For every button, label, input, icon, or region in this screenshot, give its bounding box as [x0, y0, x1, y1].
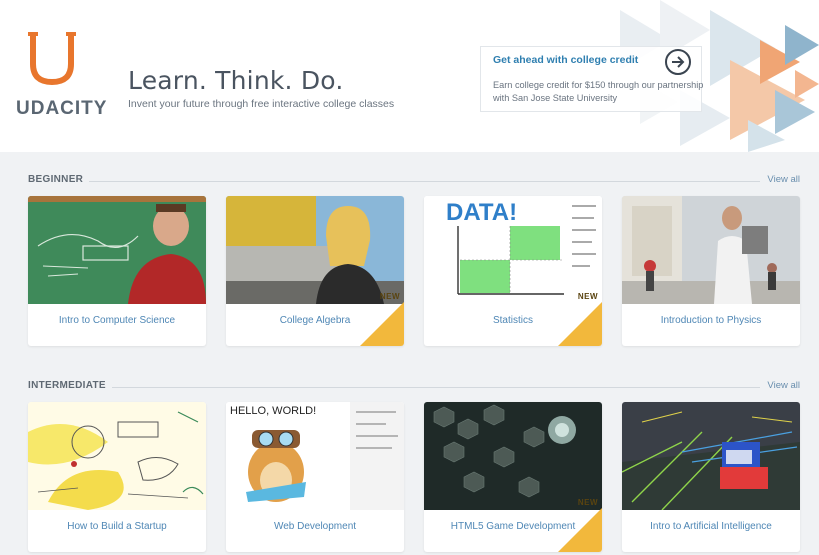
course-title[interactable]: College Algebra — [226, 315, 404, 326]
course-card[interactable]: How to Build a Startup — [28, 402, 206, 552]
course-thumbnail — [28, 402, 206, 510]
course-card[interactable]: NEW HTML5 Game Development — [424, 402, 602, 552]
thumb-data-word: DATA! — [446, 199, 517, 226]
arrow-right-circle-icon[interactable] — [665, 49, 691, 75]
hero-subline: Invent your future through free interact… — [128, 98, 395, 110]
course-thumbnail — [622, 196, 800, 304]
course-thumbnail — [226, 196, 404, 304]
course-thumbnail — [28, 196, 206, 304]
view-all-link[interactable]: View all — [761, 174, 800, 185]
course-card[interactable]: Introduction to Physics — [622, 196, 800, 346]
course-card[interactable]: Intro to Artificial Intelligence — [622, 402, 800, 552]
course-thumbnail: DATA! — [424, 196, 602, 304]
section-label: BEGINNER — [28, 174, 90, 185]
course-title[interactable]: How to Build a Startup — [28, 521, 206, 532]
new-badge-label: NEW — [577, 498, 598, 507]
udacity-logo[interactable]: UDACITY — [14, 30, 106, 122]
thumb-hello-world: HELLO, WORLD! — [230, 405, 316, 417]
brand-name: UDACITY — [16, 98, 108, 119]
new-badge-label: NEW — [577, 292, 598, 301]
divider — [28, 387, 760, 388]
course-thumbnail — [622, 402, 800, 510]
hero-headline: Learn. Think. Do. — [128, 66, 344, 95]
college-credit-promo[interactable]: Get ahead with college credit Earn colle… — [480, 46, 703, 112]
course-title[interactable]: Intro to Artificial Intelligence — [622, 521, 800, 532]
new-badge-label: NEW — [379, 292, 400, 301]
site-header: UDACITY Learn. Think. Do. Invent your fu… — [0, 0, 819, 152]
view-all-link[interactable]: View all — [761, 380, 800, 391]
course-card[interactable]: HELLO, WORLD! Web Development — [226, 402, 404, 552]
course-title[interactable]: Web Development — [226, 521, 404, 532]
promo-text: Earn college credit for $150 through our… — [493, 80, 704, 103]
course-title[interactable]: Introduction to Physics — [622, 315, 800, 326]
course-thumbnail — [424, 402, 602, 510]
course-title[interactable]: Intro to Computer Science — [28, 315, 206, 326]
course-title[interactable]: HTML5 Game Development — [424, 521, 602, 532]
promo-title[interactable]: Get ahead with college credit — [493, 54, 638, 66]
course-title[interactable]: Statistics — [424, 315, 602, 326]
section-label: INTERMEDIATE — [28, 380, 112, 391]
section-header-intermediate: INTERMEDIATE View all — [28, 380, 800, 396]
course-card[interactable]: Intro to Computer Science — [28, 196, 206, 346]
course-thumbnail: HELLO, WORLD! — [226, 402, 404, 510]
course-card[interactable]: DATA! NEW Statistics — [424, 196, 602, 346]
section-header-beginner: BEGINNER View all — [28, 174, 800, 190]
udacity-u-icon — [28, 32, 76, 86]
course-card[interactable]: NEW College Algebra — [226, 196, 404, 346]
course-catalog: BEGINNER View all Intro to Computer Scie… — [0, 152, 819, 555]
divider — [28, 181, 760, 182]
